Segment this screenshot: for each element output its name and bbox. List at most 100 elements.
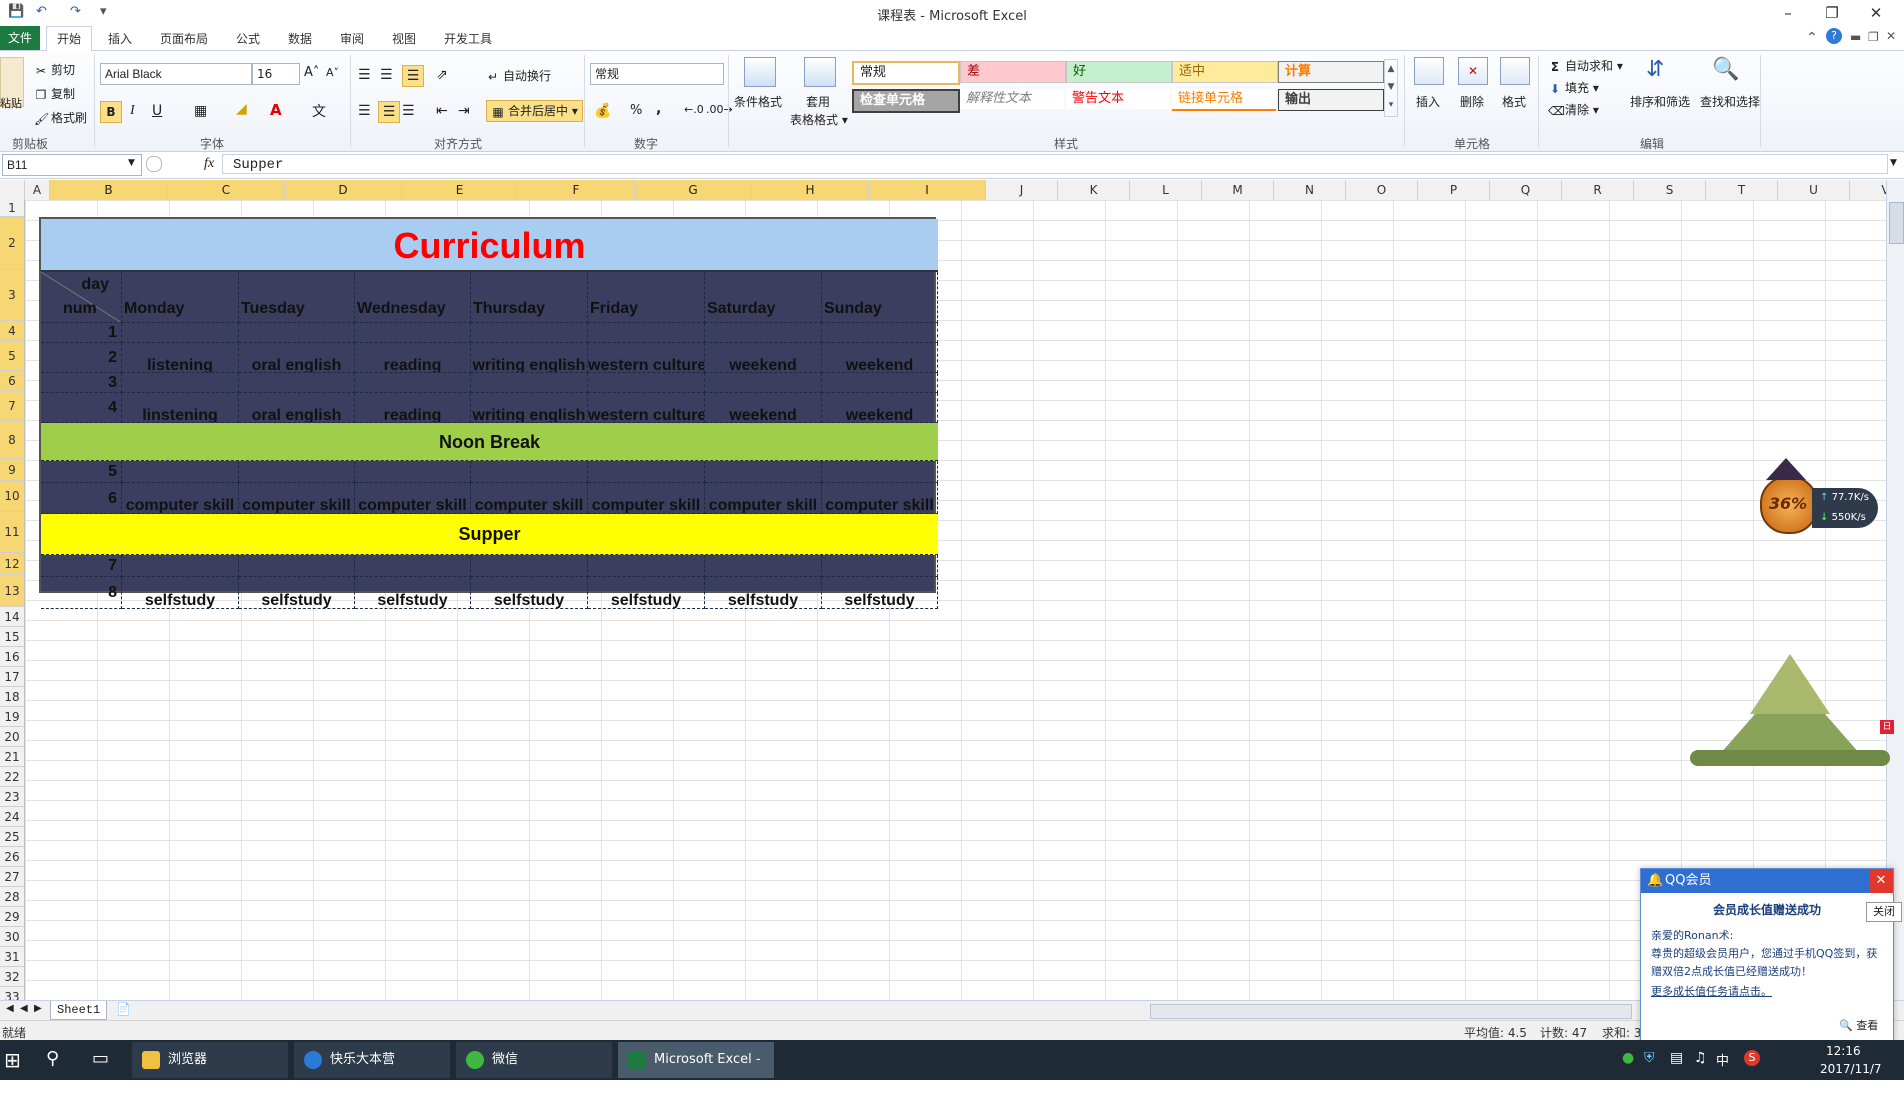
course-cell[interactable]: selfstudy (122, 577, 239, 609)
insert-function-icon[interactable]: fx (204, 156, 214, 172)
taskbar-wechat[interactable]: 微信 (456, 1042, 612, 1078)
course-cell[interactable] (705, 461, 822, 483)
tab-insert[interactable]: 插入 (108, 30, 132, 47)
course-cell[interactable]: computer skill (122, 483, 239, 514)
row-header-25[interactable]: 25 (0, 827, 24, 847)
name-box-dropdown-icon[interactable]: ▼ (128, 158, 135, 168)
course-cell[interactable]: computer skill (705, 483, 822, 514)
landscape-decoration[interactable] (1690, 654, 1890, 774)
course-cell[interactable] (239, 461, 355, 483)
supper-band[interactable]: Supper (41, 514, 938, 555)
period-number[interactable]: 2 (41, 343, 122, 373)
course-cell[interactable]: computer skill (355, 483, 471, 514)
font-size-box[interactable]: 16 (252, 63, 300, 85)
sheet-tab-sheet1[interactable]: Sheet1 (50, 1001, 108, 1020)
format-cells-button[interactable]: 格式 (1502, 93, 1526, 110)
column-header-u[interactable]: U (1778, 180, 1850, 200)
course-cell[interactable] (822, 323, 938, 343)
align-top-icon[interactable]: ☰ (358, 67, 371, 83)
row-header-13[interactable]: 13 (0, 575, 24, 607)
course-cell[interactable]: computer skill (239, 483, 355, 514)
noon-break-band[interactable]: Noon Break (41, 423, 938, 461)
row-header-24[interactable]: 24 (0, 807, 24, 827)
column-header-m[interactable]: M (1202, 180, 1274, 200)
day-header-friday[interactable]: Friday (588, 272, 705, 323)
restore-icon[interactable]: ❐ (1812, 2, 1852, 24)
row-header-28[interactable]: 28 (0, 887, 24, 907)
row-header-6[interactable]: 6 (0, 371, 24, 391)
course-cell[interactable] (588, 373, 705, 393)
course-cell[interactable]: computer skill (822, 483, 938, 514)
row-header-11[interactable]: 11 (0, 512, 24, 553)
curriculum-title[interactable]: Curriculum (41, 219, 938, 272)
horizontal-scrollbar[interactable] (1150, 1004, 1632, 1019)
course-cell[interactable]: weekend (705, 343, 822, 373)
row-header-18[interactable]: 18 (0, 687, 24, 707)
day-header-monday[interactable]: Monday (122, 272, 239, 323)
period-number[interactable]: 1 (41, 323, 122, 343)
orientation-icon[interactable]: ⇗ (436, 67, 448, 83)
course-cell[interactable] (355, 461, 471, 483)
column-header-i[interactable]: I (869, 180, 986, 200)
course-cell[interactable] (822, 555, 938, 577)
course-cell[interactable] (355, 323, 471, 343)
formula-input[interactable]: Supper (222, 154, 1888, 174)
doc-close-icon[interactable]: ✕ (1886, 29, 1896, 43)
day-header-tuesday[interactable]: Tuesday (239, 272, 355, 323)
underline-button[interactable]: U (152, 103, 162, 119)
row-header-19[interactable]: 19 (0, 707, 24, 727)
course-cell[interactable] (588, 323, 705, 343)
course-cell[interactable]: weekend (705, 393, 822, 423)
vertical-scroll-thumb[interactable] (1889, 202, 1904, 244)
course-cell[interactable] (822, 461, 938, 483)
course-cell[interactable] (122, 461, 239, 483)
column-header-o[interactable]: O (1346, 180, 1418, 200)
style-warning[interactable]: 警告文本 (1066, 89, 1170, 109)
course-cell[interactable] (588, 555, 705, 577)
corner-header-cell[interactable]: day num (41, 272, 122, 323)
row-header-26[interactable]: 26 (0, 847, 24, 867)
row-header-17[interactable]: 17 (0, 667, 24, 687)
course-cell[interactable] (122, 555, 239, 577)
italic-button[interactable]: I (130, 103, 135, 119)
taskbar-video[interactable]: 快乐大本营201711... (294, 1042, 450, 1103)
font-color-icon[interactable]: A (270, 101, 282, 119)
merge-center-button[interactable]: ▦ 合并后居中 ▾ (486, 100, 583, 122)
row-header-23[interactable]: 23 (0, 787, 24, 807)
style-explanatory[interactable]: 解释性文本 (960, 89, 1064, 109)
column-header-r[interactable]: R (1562, 180, 1634, 200)
sheet-nav-first-icon[interactable]: ◀ (6, 1003, 14, 1014)
column-header-h[interactable]: H (752, 180, 869, 200)
insert-cells-icon[interactable] (1414, 57, 1444, 85)
period-number[interactable]: 8 (41, 577, 122, 609)
day-header-wednesday[interactable]: Wednesday (355, 272, 471, 323)
row-header-8[interactable]: 8 (0, 421, 24, 459)
column-header-c[interactable]: C (168, 180, 285, 200)
day-header-saturday[interactable]: Saturday (705, 272, 822, 323)
column-header-p[interactable]: P (1418, 180, 1490, 200)
sheet-nav-prev-icon[interactable]: ◀ (20, 1003, 28, 1014)
calendar-icon[interactable]: 日 (1880, 720, 1894, 734)
column-header-j[interactable]: J (986, 180, 1058, 200)
course-cell[interactable] (705, 555, 822, 577)
column-header-b[interactable]: B (50, 180, 168, 200)
tray-sogou-icon[interactable]: S (1744, 1050, 1760, 1066)
course-cell[interactable] (122, 373, 239, 393)
row-header-5[interactable]: 5 (0, 341, 24, 371)
row-header-16[interactable]: 16 (0, 647, 24, 667)
style-good[interactable]: 好 (1066, 61, 1172, 83)
tab-developer[interactable]: 开发工具 (444, 30, 492, 47)
course-cell[interactable] (705, 323, 822, 343)
qq-close-icon[interactable]: ✕ (1869, 869, 1893, 893)
tray-volume-icon[interactable]: ♫ (1694, 1050, 1707, 1066)
insert-cells-button[interactable]: 插入 (1416, 93, 1440, 110)
row-header-1[interactable]: 1 (0, 200, 24, 217)
course-cell[interactable] (239, 555, 355, 577)
delete-cells-icon[interactable]: ✕ (1458, 57, 1488, 85)
row-header-22[interactable]: 22 (0, 767, 24, 787)
course-cell[interactable]: computer skill (588, 483, 705, 514)
course-cell[interactable]: selfstudy (588, 577, 705, 609)
tab-review[interactable]: 审阅 (340, 30, 364, 47)
table-format-button-line2[interactable]: 表格格式 ▾ (790, 111, 848, 128)
column-header-k[interactable]: K (1058, 180, 1130, 200)
